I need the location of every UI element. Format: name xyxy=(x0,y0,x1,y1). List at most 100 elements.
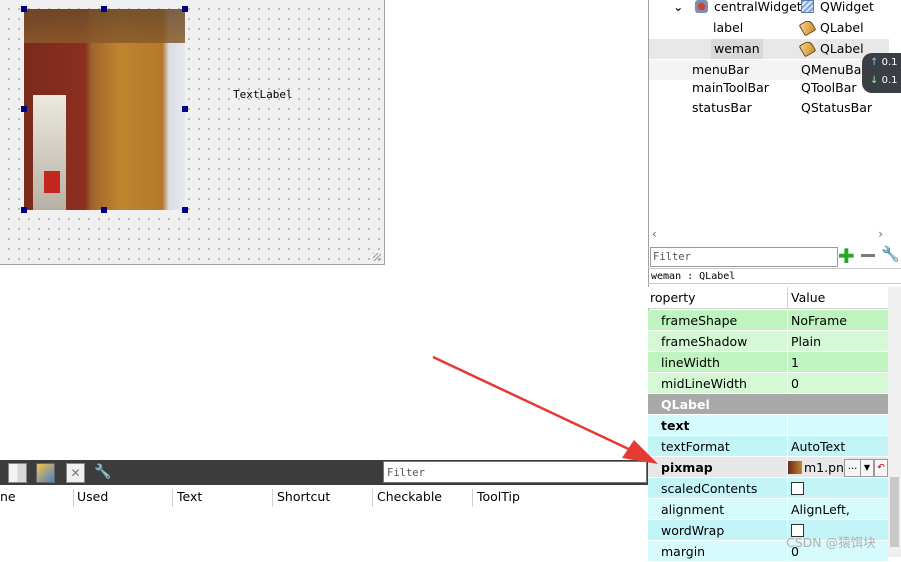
column-used[interactable]: Used xyxy=(77,486,108,508)
resize-handle-l[interactable] xyxy=(21,106,27,112)
qwidget-icon xyxy=(801,0,814,13)
resize-handle-br[interactable] xyxy=(182,207,188,213)
property-name: frameShape xyxy=(661,313,738,328)
property-name: scaledContents xyxy=(661,481,758,496)
copy-action-icon[interactable] xyxy=(36,463,55,483)
tree-item-name: centralWidget xyxy=(714,0,802,14)
tree-row-menubar[interactable]: menuBar QMenuBar xyxy=(649,60,889,80)
tree-item-class: QMenuBar xyxy=(801,62,867,77)
action-filter-input[interactable]: Filter xyxy=(383,461,647,483)
qlabel-tag-icon xyxy=(798,18,817,37)
tree-item-class: QLabel xyxy=(820,41,864,56)
property-value[interactable]: AutoText xyxy=(791,436,845,457)
property-vertical-scrollbar[interactable] xyxy=(888,287,901,557)
photo-red-object xyxy=(44,171,60,193)
configure-actions-wrench-icon[interactable]: 🔧 xyxy=(94,463,111,481)
property-table-header: roperty Value xyxy=(648,287,888,309)
property-value[interactable]: 1 xyxy=(791,352,799,373)
column-shortcut[interactable]: Shortcut xyxy=(277,486,330,508)
property-name: wordWrap xyxy=(661,523,725,538)
remove-property-minus-icon[interactable] xyxy=(861,254,875,257)
watermark-text: CSDN @猿饵块 xyxy=(786,535,876,550)
form-canvas[interactable]: TextLabel xyxy=(0,0,385,265)
resize-handle-tr[interactable] xyxy=(182,6,188,12)
property-value[interactable]: Plain xyxy=(791,331,821,352)
tree-item-class: QStatusBar xyxy=(801,100,873,115)
property-name: textFormat xyxy=(661,439,730,454)
property-name: text xyxy=(661,418,690,433)
tree-expand-chevron-icon[interactable]: ⌄ xyxy=(673,0,683,17)
column-checkable[interactable]: Checkable xyxy=(377,486,442,508)
tree-horizontal-scrollbar[interactable]: ‹ › xyxy=(649,227,889,241)
property-name: midLineWidth xyxy=(661,376,747,391)
property-row-frameshape[interactable]: frameShape NoFrame xyxy=(648,310,888,331)
property-group-name: QLabel xyxy=(661,397,710,412)
size-grip-icon[interactable] xyxy=(373,253,381,261)
header-value: Value xyxy=(791,290,826,305)
property-value[interactable]: 0 xyxy=(791,373,799,394)
tree-row-label[interactable]: label QLabel xyxy=(649,18,889,38)
browse-button[interactable]: ... xyxy=(844,459,861,477)
tree-row-weman[interactable]: weman QLabel xyxy=(649,39,889,59)
tree-item-class: QToolBar xyxy=(801,80,857,95)
add-dynamic-property-plus-icon[interactable]: ✚ xyxy=(838,246,855,266)
column-text[interactable]: Text xyxy=(177,486,202,508)
property-row-text[interactable]: text xyxy=(648,415,888,436)
property-filter-input[interactable]: Filter xyxy=(650,247,838,267)
network-speed-badge: ↑ 0.1 ↓ 0.1 xyxy=(862,53,901,93)
property-name: frameShadow xyxy=(661,334,748,349)
download-speed: 0.1 xyxy=(881,75,898,86)
property-row-linewidth[interactable]: lineWidth 1 xyxy=(648,352,888,373)
header-property: roperty xyxy=(650,290,696,305)
tree-row-statusbar[interactable]: statusBar QStatusBar xyxy=(649,98,889,118)
tree-row-maintoolbar[interactable]: mainToolBar QToolBar xyxy=(649,78,889,98)
widget-red-icon xyxy=(695,0,708,13)
tree-item-name: weman xyxy=(711,39,763,59)
scaledcontents-checkbox[interactable] xyxy=(791,482,804,495)
scrollbar-thumb[interactable] xyxy=(890,477,899,547)
pixmap-thumbnail-icon xyxy=(788,461,802,474)
resize-handle-t[interactable] xyxy=(101,6,107,12)
property-row-alignment[interactable]: alignmentAlignLeft, Alig... xyxy=(648,499,888,538)
photo-ceiling xyxy=(24,9,185,43)
selected-object-line: weman : QLabel xyxy=(648,268,901,284)
property-name: lineWidth xyxy=(661,355,720,370)
property-name: pixmap xyxy=(661,460,713,475)
action-table-header: ne Used Text Shortcut Checkable ToolTip xyxy=(0,486,648,508)
resize-handle-b[interactable] xyxy=(101,207,107,213)
new-action-icon[interactable] xyxy=(8,463,27,483)
property-value[interactable]: NoFrame xyxy=(791,310,847,331)
upload-arrow-icon: ↑ xyxy=(870,57,879,68)
scroll-right-arrow-icon[interactable]: › xyxy=(878,227,883,241)
property-group-qlabel[interactable]: QLabel xyxy=(648,394,888,415)
text-label-widget[interactable]: TextLabel xyxy=(233,88,293,101)
configure-wrench-icon[interactable]: 🔧 xyxy=(881,245,900,263)
tree-row-centralwidget[interactable]: ⌄ centralWidget QWidget xyxy=(649,0,889,17)
weman-pixmap-image[interactable] xyxy=(24,9,185,210)
property-name: alignment xyxy=(661,502,725,517)
tree-item-class: QWidget xyxy=(820,0,874,14)
property-row-midlinewidth[interactable]: midLineWidth 0 xyxy=(648,373,888,394)
property-row-scaledcontents[interactable]: scaledContents xyxy=(648,478,888,499)
column-name[interactable]: ne xyxy=(0,486,16,508)
dropdown-arrow-icon[interactable]: ▼ xyxy=(860,459,874,477)
qlabel-tag-icon xyxy=(798,39,817,58)
property-row-frameshadow[interactable]: frameShadow Plain xyxy=(648,331,888,352)
column-tooltip[interactable]: ToolTip xyxy=(477,486,520,508)
property-name: margin xyxy=(661,544,706,559)
scroll-left-arrow-icon[interactable]: ‹ xyxy=(652,227,657,241)
resize-handle-r[interactable] xyxy=(182,106,188,112)
tree-item-name: label xyxy=(713,20,744,35)
tree-item-name: mainToolBar xyxy=(692,80,769,95)
reset-property-button[interactable]: ↶ xyxy=(874,459,888,477)
tree-item-name: statusBar xyxy=(692,100,752,115)
resize-handle-tl[interactable] xyxy=(21,6,27,12)
resize-handle-bl[interactable] xyxy=(21,207,27,213)
tree-item-name: menuBar xyxy=(692,62,750,77)
property-row-textformat[interactable]: textFormat AutoText xyxy=(648,436,888,457)
download-arrow-icon: ↓ xyxy=(870,75,879,86)
upload-speed: 0.1 xyxy=(881,57,898,68)
tree-item-class: QLabel xyxy=(820,20,864,35)
property-row-pixmap[interactable]: pixmap m1.png ... ▼ ↶ xyxy=(648,457,888,478)
delete-action-icon[interactable]: ✕ xyxy=(66,463,85,483)
